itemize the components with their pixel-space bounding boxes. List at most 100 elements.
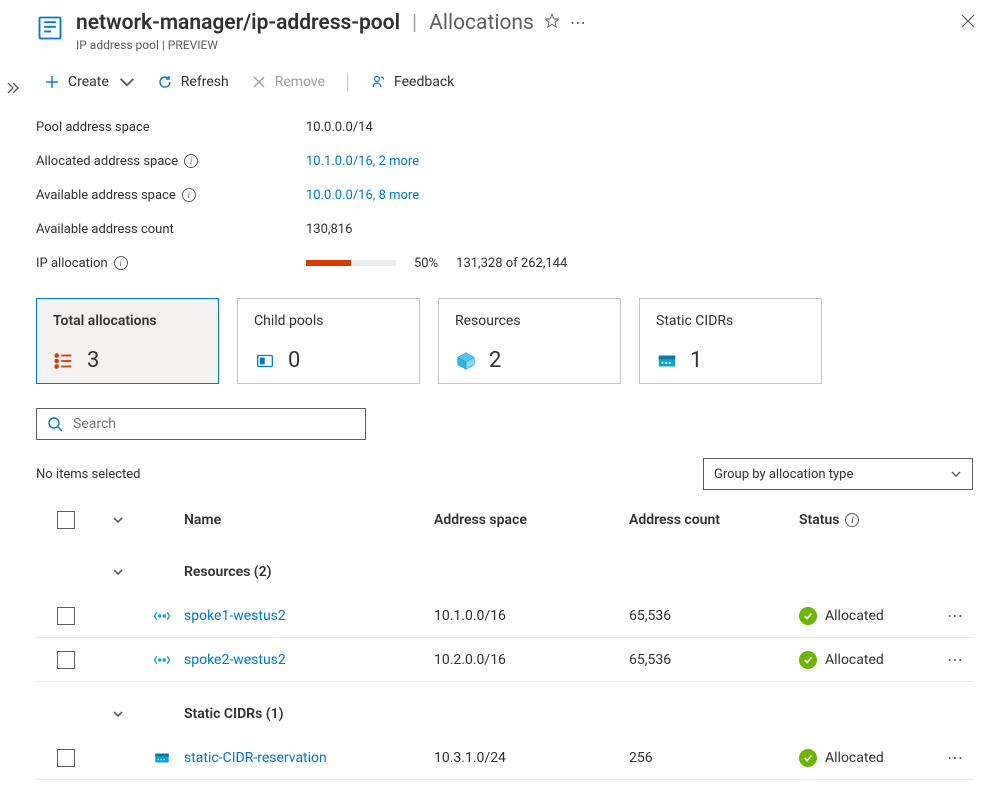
available-address-count-value: 130,816: [306, 222, 352, 237]
address-space-value: 10.1.0.0/16: [434, 608, 629, 624]
expand-rail-icon[interactable]: [7, 80, 23, 797]
search-input[interactable]: [73, 416, 355, 432]
chevron-down-icon[interactable]: [112, 708, 124, 720]
table-header: Name Address space Address count Status …: [36, 500, 973, 540]
status-badge: Allocated: [799, 607, 884, 625]
search-icon: [47, 416, 63, 432]
resource-type-icon: [140, 607, 184, 625]
header-status[interactable]: Status: [799, 512, 839, 528]
create-label: Create: [68, 74, 109, 90]
allocations-table: Name Address space Address count Status …: [30, 500, 979, 780]
address-count-value: 65,536: [629, 652, 799, 668]
allocation-cards: Total allocations 3 Child pools: [30, 298, 979, 408]
breadcrumb-resource[interactable]: network-manager/ip-address-pool: [76, 11, 400, 35]
success-icon: [799, 651, 817, 669]
resource-type-icon: [140, 651, 184, 669]
table-group-header[interactable]: Resources (2): [36, 550, 973, 594]
toolbar: Create Refresh Remove Feedback: [30, 62, 979, 110]
feedback-button[interactable]: Feedback: [362, 68, 462, 96]
ip-allocation-label: IP allocation: [36, 256, 108, 271]
pool-icon: [254, 350, 276, 372]
card-title: Static CIDRs: [656, 313, 805, 329]
header-address-count[interactable]: Address count: [629, 512, 799, 528]
table-group-header[interactable]: Static CIDRs (1): [36, 692, 973, 736]
card-count: 0: [288, 348, 300, 373]
page-title: Allocations: [429, 11, 534, 35]
refresh-button[interactable]: Refresh: [149, 68, 237, 96]
card-title: Resources: [455, 313, 604, 329]
card-child-pools[interactable]: Child pools 0: [237, 298, 420, 384]
card-count: 3: [87, 348, 99, 373]
row-more-icon[interactable]: ⋯: [947, 655, 965, 665]
page-header: network-manager/ip-address-pool | Alloca…: [30, 0, 979, 62]
group-by-value: Group by allocation type: [714, 467, 853, 482]
resource-link[interactable]: spoke2-westus2: [184, 652, 286, 668]
refresh-label: Refresh: [181, 74, 229, 90]
chevron-down-icon[interactable]: [112, 566, 124, 578]
resource-link[interactable]: static-CIDR-reservation: [184, 750, 327, 766]
group-label: Static CIDRs (1): [184, 706, 973, 722]
row-checkbox[interactable]: [57, 607, 75, 625]
success-icon: [799, 607, 817, 625]
row-checkbox[interactable]: [57, 651, 75, 669]
cidr-icon: [656, 350, 678, 372]
chevron-down-icon[interactable]: [112, 514, 124, 526]
address-count-value: 256: [629, 750, 799, 766]
pool-summary: Pool address space 10.0.0.0/14 Allocated…: [30, 110, 979, 298]
feedback-label: Feedback: [394, 74, 454, 90]
selection-status: No items selected: [36, 467, 141, 482]
remove-button: Remove: [243, 68, 333, 96]
available-address-count-label: Available address count: [36, 222, 306, 237]
breadcrumb-separator: |: [410, 11, 419, 35]
address-space-value: 10.2.0.0/16: [434, 652, 629, 668]
card-resources[interactable]: Resources 2: [438, 298, 621, 384]
row-more-icon[interactable]: ⋯: [947, 753, 965, 763]
success-icon: [799, 749, 817, 767]
available-address-space-label: Available address space: [36, 188, 176, 203]
search-box[interactable]: [36, 408, 366, 440]
info-icon[interactable]: i: [182, 188, 196, 202]
resource-link[interactable]: spoke1-westus2: [184, 608, 286, 624]
close-icon[interactable]: [957, 10, 979, 36]
toolbar-separator: [347, 73, 348, 91]
allocated-address-space-label: Allocated address space: [36, 154, 178, 169]
header-name[interactable]: Name: [184, 512, 434, 528]
remove-label: Remove: [275, 74, 325, 90]
table-row: spoke2-westus2 10.2.0.0/1665,536Allocated…: [36, 638, 973, 682]
list-icon: [53, 350, 75, 372]
pool-address-space-value: 10.0.0.0/14: [306, 120, 373, 135]
available-address-space-value[interactable]: 10.0.0.0/16, 8 more: [306, 188, 419, 203]
group-by-select[interactable]: Group by allocation type: [703, 458, 973, 490]
address-space-value: 10.3.1.0/24: [434, 750, 629, 766]
cube-icon: [455, 350, 477, 372]
pool-address-space-label: Pool address space: [36, 120, 306, 135]
row-more-icon[interactable]: ⋯: [947, 611, 965, 621]
allocated-address-space-value[interactable]: 10.1.0.0/16, 2 more: [306, 154, 419, 169]
card-title: Child pools: [254, 313, 403, 329]
card-title: Total allocations: [53, 313, 202, 329]
header-address-space[interactable]: Address space: [434, 512, 629, 528]
table-row: static-CIDR-reservation10.3.1.0/24256All…: [36, 736, 973, 780]
card-count: 2: [489, 348, 501, 373]
card-static-cidrs[interactable]: Static CIDRs 1: [639, 298, 822, 384]
select-all-checkbox[interactable]: [57, 511, 75, 529]
info-icon[interactable]: i: [114, 256, 128, 270]
row-checkbox[interactable]: [57, 749, 75, 767]
info-icon[interactable]: i: [845, 513, 859, 527]
allocation-progress-bar: [306, 260, 396, 266]
info-icon[interactable]: i: [184, 154, 198, 168]
card-count: 1: [690, 348, 702, 373]
group-label: Resources (2): [184, 564, 973, 580]
page-subtitle: IP address pool | PREVIEW: [76, 38, 979, 52]
resource-icon: [36, 14, 64, 42]
resource-type-icon: [140, 749, 184, 767]
allocation-count: 131,328 of 262,144: [456, 256, 567, 271]
table-row: spoke1-westus210.1.0.0/1665,536Allocated…: [36, 594, 973, 638]
create-button[interactable]: Create: [36, 68, 143, 96]
status-badge: Allocated: [799, 651, 884, 669]
chevron-down-icon: [950, 468, 962, 480]
allocation-percent: 50%: [414, 256, 438, 271]
card-total-allocations[interactable]: Total allocations 3: [36, 298, 219, 384]
more-icon[interactable]: ⋯: [570, 16, 588, 30]
favorite-icon[interactable]: [544, 13, 560, 33]
